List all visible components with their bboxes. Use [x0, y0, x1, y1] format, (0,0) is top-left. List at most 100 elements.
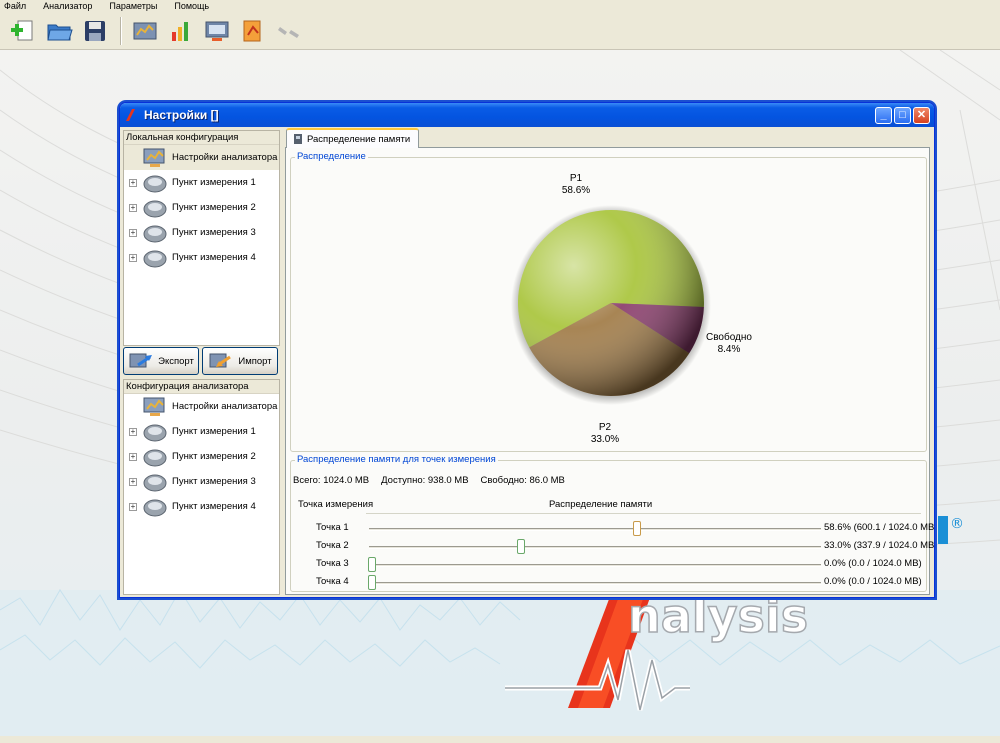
- point-value: 58.6% (600.1 / 1024.0 MB): [824, 522, 935, 533]
- menu-parameters[interactable]: Параметры: [107, 1, 159, 11]
- chart-button[interactable]: [166, 16, 196, 46]
- disconnect-icon: [278, 26, 299, 38]
- point-label: Точка 3: [316, 558, 349, 569]
- save-icon: [85, 20, 105, 41]
- tree-item-label: Пункт измерения 1: [172, 426, 256, 437]
- tree-item-label: Настройки анализатора: [172, 401, 278, 412]
- analyzer-settings-icon: [143, 397, 165, 416]
- memory-slider-track[interactable]: [369, 546, 821, 549]
- expand-icon[interactable]: +: [129, 253, 137, 262]
- tree-item-analyzer-point-3[interactable]: + Пункт измерения 3: [124, 469, 279, 494]
- distribution-group: Распределение P1 58.6% Свободно 8.4% P2 …: [290, 151, 927, 452]
- disconnect-button[interactable]: [274, 16, 304, 46]
- expand-icon[interactable]: +: [129, 452, 137, 461]
- import-button[interactable]: Импорт: [202, 347, 278, 375]
- memory-slider-track[interactable]: [369, 528, 821, 531]
- analyzer-settings-icon: [143, 148, 165, 167]
- tree-item-analyzer-point-2[interactable]: + Пункт измерения 2: [124, 444, 279, 469]
- dialog-body: Локальная конфигурация Настройки анализа…: [123, 128, 934, 595]
- maximize-button[interactable]: □: [894, 106, 911, 124]
- memory-slider-thumb[interactable]: [368, 557, 376, 572]
- measurement-point-icon: [143, 424, 167, 441]
- tree-item-local-point-3[interactable]: + Пункт измерения 3: [124, 220, 279, 245]
- expand-icon[interactable]: +: [129, 203, 137, 212]
- memory-slider-thumb[interactable]: [632, 521, 641, 536]
- tree-item-label: Пункт измерения 1: [172, 177, 256, 188]
- expand-icon[interactable]: +: [129, 502, 137, 511]
- tree-item-local-analyzer-settings[interactable]: Настройки анализатора: [124, 145, 279, 170]
- report-button[interactable]: [238, 16, 268, 46]
- measurement-point-icon: [143, 225, 167, 242]
- point-value: 0.0% (0.0 / 1024.0 MB): [824, 558, 922, 569]
- expand-icon[interactable]: +: [129, 427, 137, 436]
- tree-item-analyzer-point-1[interactable]: + Пункт измерения 1: [124, 419, 279, 444]
- monitor-button[interactable]: [202, 16, 232, 46]
- monitor-icon: [205, 21, 229, 41]
- import-export-buttons: Экспорт Импорт: [123, 347, 280, 377]
- tree-item-local-point-2[interactable]: + Пункт измерения 2: [124, 195, 279, 220]
- minimize-button[interactable]: _: [875, 106, 892, 124]
- export-icon: [129, 353, 153, 368]
- save-button[interactable]: [80, 16, 110, 46]
- local-config-header: Локальная конфигурация: [124, 131, 279, 145]
- tab-label: Распределение памяти: [307, 133, 411, 145]
- local-config-tree: Локальная конфигурация Настройки анализа…: [123, 130, 280, 346]
- free-memory: Свободно: 86.0 MB: [480, 475, 565, 486]
- toolbar: [0, 12, 1000, 50]
- available-memory: Доступно: 938.0 MB: [381, 475, 469, 486]
- expand-icon[interactable]: +: [129, 477, 137, 486]
- new-button[interactable]: [8, 16, 38, 46]
- close-button[interactable]: ✕: [913, 106, 930, 124]
- column-header-distribution: Распределение памяти: [549, 499, 653, 510]
- pie-chart: [511, 205, 711, 405]
- dialog-titlebar[interactable]: Настройки [] _ □ ✕: [120, 103, 934, 127]
- menu-bar: Файл Анализатор Параметры Помощь: [0, 0, 1000, 12]
- analyzer-config-tree: Конфигурация анализатора Настройки анали…: [123, 379, 280, 595]
- memory-slider-track[interactable]: [369, 564, 821, 567]
- app-icon: [126, 109, 135, 121]
- settings-dialog: Настройки [] _ □ ✕ Локальная конфигураци…: [119, 102, 935, 598]
- menu-analyzer[interactable]: Анализатор: [41, 1, 94, 11]
- tab-memory-distribution[interactable]: Распределение памяти: [286, 128, 420, 148]
- point-row-3: Точка 3 0.0% (0.0 / 1024.0 MB): [291, 557, 931, 573]
- open-button[interactable]: [44, 16, 74, 46]
- point-label: Точка 2: [316, 540, 349, 551]
- measurement-point-icon: [143, 175, 167, 192]
- tree-item-label: Настройки анализатора: [172, 152, 278, 163]
- import-icon: [209, 353, 232, 368]
- tree-item-local-point-4[interactable]: + Пункт измерения 4: [124, 245, 279, 270]
- memory-slider-thumb[interactable]: [517, 539, 526, 554]
- measurement-point-icon: [143, 449, 167, 466]
- tree-item-label: Пункт измерения 4: [172, 252, 256, 263]
- menu-file[interactable]: Файл: [2, 1, 28, 11]
- tree-item-label: Пункт измерения 2: [172, 451, 256, 462]
- analyzer-settings-button[interactable]: [130, 16, 160, 46]
- dialog-title: Настройки []: [144, 108, 219, 122]
- report-icon: [243, 20, 261, 41]
- column-header-point: Точка измерения: [298, 499, 374, 510]
- measurement-point-icon: [143, 250, 167, 267]
- memory-summary: Всего: 1024.0 MB Доступно: 938.0 MB Своб…: [293, 475, 565, 486]
- export-button[interactable]: Экспорт: [123, 347, 199, 375]
- tree-item-analyzer-point-4[interactable]: + Пункт измерения 4: [124, 494, 279, 519]
- expand-icon[interactable]: +: [129, 178, 137, 187]
- expand-icon[interactable]: +: [129, 228, 137, 237]
- memory-slider-track[interactable]: [369, 582, 821, 585]
- point-label: Точка 4: [316, 576, 349, 587]
- point-row-1: Точка 1 58.6% (600.1 / 1024.0 MB): [291, 521, 934, 537]
- maximize-icon: □: [899, 108, 906, 121]
- chart-icon: [172, 21, 188, 41]
- point-label: Точка 1: [316, 522, 349, 533]
- tree-item-local-point-1[interactable]: + Пункт измерения 1: [124, 170, 279, 195]
- left-panel: Локальная конфигурация Настройки анализа…: [123, 130, 280, 595]
- analyzer-settings-icon: [133, 22, 157, 39]
- point-row-2: Точка 2 33.0% (337.9 / 1024.0 MB): [291, 539, 934, 555]
- memory-slider-thumb[interactable]: [368, 575, 376, 590]
- minimize-icon: _: [880, 108, 887, 121]
- analyzer-config-header: Конфигурация анализатора: [124, 380, 279, 394]
- measurement-point-icon: [143, 499, 167, 516]
- tree-item-analyzer-settings[interactable]: Настройки анализатора: [124, 394, 279, 419]
- tab-page: Распределение P1 58.6% Свободно 8.4% P2 …: [285, 147, 934, 595]
- point-row-4: Точка 4 0.0% (0.0 / 1024.0 MB): [291, 575, 931, 591]
- menu-help[interactable]: Помощь: [172, 1, 211, 11]
